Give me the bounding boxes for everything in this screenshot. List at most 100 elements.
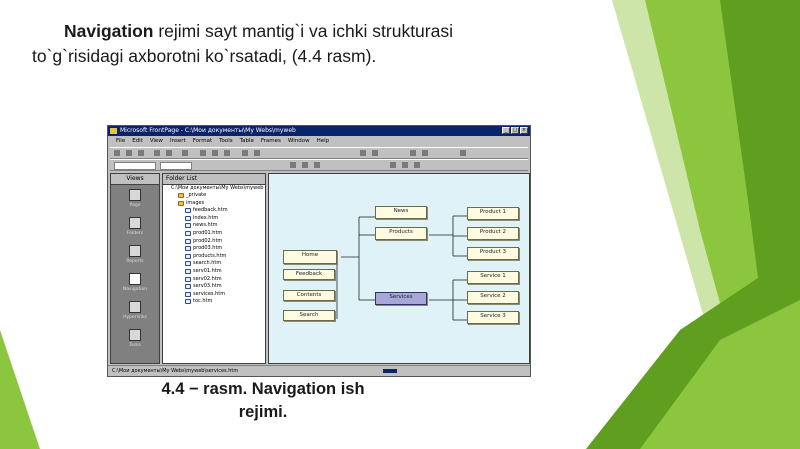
style-dropdown[interactable] bbox=[114, 162, 156, 170]
menu-table[interactable]: Table bbox=[240, 137, 254, 146]
view-folders[interactable]: Folders bbox=[111, 213, 159, 241]
file-item[interactable]: news.htm bbox=[163, 222, 265, 230]
nav-node-news[interactable]: News bbox=[375, 206, 427, 219]
menu-edit[interactable]: Edit bbox=[132, 137, 143, 146]
underline-icon[interactable] bbox=[314, 162, 320, 168]
nav-node-home[interactable]: Home bbox=[283, 250, 337, 264]
web-page-icon bbox=[185, 253, 191, 259]
bold-icon[interactable] bbox=[290, 162, 296, 168]
status-bar: C:\Mои документы\My Webs\myweb\services.… bbox=[108, 365, 530, 376]
page-view-icon bbox=[129, 189, 141, 201]
table-icon[interactable] bbox=[360, 150, 366, 156]
help-icon[interactable] bbox=[460, 150, 466, 156]
frontpage-window-screenshot: Microsoft FrontPage - C:\Mои документы\M… bbox=[107, 125, 531, 377]
stop-icon[interactable] bbox=[422, 150, 428, 156]
nav-node-product-1[interactable]: Product 1 bbox=[467, 207, 519, 220]
font-dropdown[interactable] bbox=[160, 162, 192, 170]
maximize-button[interactable]: □ bbox=[511, 127, 519, 134]
file-item[interactable]: serv01.htm bbox=[163, 268, 265, 276]
undo-icon[interactable] bbox=[242, 150, 248, 156]
align-right-icon[interactable] bbox=[414, 162, 420, 168]
folder-item[interactable]: _private bbox=[163, 192, 265, 200]
file-item[interactable]: toc.htm bbox=[163, 298, 265, 306]
nav-node-products[interactable]: Products bbox=[375, 227, 427, 240]
window-title-bar: Microsoft FrontPage - C:\Mои документы\M… bbox=[108, 126, 530, 136]
window-title: Microsoft FrontPage - C:\Mои документы\M… bbox=[120, 127, 296, 134]
navigation-view-icon bbox=[129, 273, 141, 285]
status-progress-indicator bbox=[383, 369, 397, 373]
folder-root[interactable]: C:\Mои документы\My Webs\myweb bbox=[163, 185, 265, 192]
view-tasks[interactable]: Tasks bbox=[111, 325, 159, 353]
nav-node-contents[interactable]: Contents bbox=[283, 290, 335, 301]
cut-icon[interactable] bbox=[200, 150, 206, 156]
figure-caption: 4.4 − rasm. Navigation ish rejimi. bbox=[140, 378, 386, 424]
menu-frames[interactable]: Frames bbox=[261, 137, 281, 146]
folders-view-icon bbox=[129, 217, 141, 229]
folder-item[interactable]: images bbox=[163, 200, 265, 208]
view-reports[interactable]: Reports bbox=[111, 241, 159, 269]
web-page-icon bbox=[185, 276, 191, 282]
image-icon[interactable] bbox=[372, 150, 378, 156]
nav-node-service-3[interactable]: Service 3 bbox=[467, 311, 519, 324]
nav-node-product-2[interactable]: Product 2 bbox=[467, 227, 519, 240]
print-icon[interactable] bbox=[154, 150, 160, 156]
web-page-icon bbox=[185, 223, 191, 229]
file-item[interactable]: search.htm bbox=[163, 260, 265, 268]
file-item[interactable]: feedback.htm bbox=[163, 207, 265, 215]
hyperlinks-view-icon bbox=[129, 301, 141, 313]
align-center-icon[interactable] bbox=[402, 162, 408, 168]
navigation-term: Navigation bbox=[64, 21, 154, 41]
italic-icon[interactable] bbox=[302, 162, 308, 168]
nav-node-product-3[interactable]: Product 3 bbox=[467, 247, 519, 260]
file-item[interactable]: products.htm bbox=[163, 253, 265, 261]
file-item[interactable]: services.htm bbox=[163, 291, 265, 299]
folder-list-header: Folder List bbox=[163, 174, 265, 185]
minimize-button[interactable]: _ bbox=[502, 127, 510, 134]
menu-window[interactable]: Window bbox=[288, 137, 310, 146]
view-navigation[interactable]: Navigation bbox=[111, 269, 159, 297]
copy-icon[interactable] bbox=[212, 150, 218, 156]
menu-format[interactable]: Format bbox=[193, 137, 212, 146]
paragraph-line-1: rejimi sayt mantig`i va ichki strukturas… bbox=[153, 21, 453, 41]
redo-icon[interactable] bbox=[254, 150, 260, 156]
open-icon[interactable] bbox=[126, 150, 132, 156]
refresh-icon[interactable] bbox=[410, 150, 416, 156]
file-item[interactable]: prod01.htm bbox=[163, 230, 265, 238]
menu-tools[interactable]: Tools bbox=[219, 137, 233, 146]
file-item[interactable]: index.htm bbox=[163, 215, 265, 223]
menu-file[interactable]: File bbox=[116, 137, 125, 146]
caption-line-1: 4.4 − rasm. Navigation ish bbox=[161, 380, 365, 398]
file-item[interactable]: serv03.htm bbox=[163, 283, 265, 291]
nav-node-feedback[interactable]: Feedback bbox=[283, 269, 335, 280]
nav-node-search[interactable]: Search bbox=[283, 310, 335, 321]
caption-line-2: rejimi. bbox=[238, 403, 288, 421]
nav-node-service-1[interactable]: Service 1 bbox=[467, 271, 519, 284]
view-page[interactable]: Page bbox=[111, 185, 159, 213]
menu-help[interactable]: Help bbox=[317, 137, 330, 146]
spelling-icon[interactable] bbox=[182, 150, 188, 156]
views-header: Views bbox=[111, 174, 159, 185]
web-page-icon bbox=[185, 299, 191, 305]
reports-view-icon bbox=[129, 245, 141, 257]
save-icon[interactable] bbox=[138, 150, 144, 156]
align-left-icon[interactable] bbox=[390, 162, 396, 168]
folder-icon bbox=[178, 193, 184, 198]
menu-view[interactable]: View bbox=[150, 137, 163, 146]
preview-icon[interactable] bbox=[166, 150, 172, 156]
file-item[interactable]: prod02.htm bbox=[163, 238, 265, 246]
nav-node-service-2[interactable]: Service 2 bbox=[467, 291, 519, 304]
menu-insert[interactable]: Insert bbox=[170, 137, 186, 146]
paste-icon[interactable] bbox=[224, 150, 230, 156]
close-button[interactable]: × bbox=[520, 127, 528, 134]
view-hyperlinks[interactable]: Hyperlinks bbox=[111, 297, 159, 325]
web-page-icon bbox=[185, 291, 191, 297]
paragraph-line-2: to`g`risidagi axborotni ko`rsatadi, (4.4… bbox=[32, 46, 377, 66]
frontpage-app-icon bbox=[110, 128, 117, 134]
slide-paragraph: Navigation rejimi sayt mantig`i va ichki… bbox=[32, 19, 552, 69]
nav-node-services[interactable]: Services bbox=[375, 292, 427, 305]
new-page-icon[interactable] bbox=[114, 150, 120, 156]
file-item[interactable]: prod03.htm bbox=[163, 245, 265, 253]
web-page-icon bbox=[185, 238, 191, 244]
file-item[interactable]: serv02.htm bbox=[163, 276, 265, 284]
standard-toolbar bbox=[110, 147, 528, 159]
